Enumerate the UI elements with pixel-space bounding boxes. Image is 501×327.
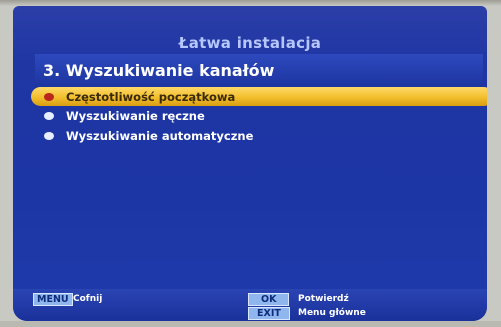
bullet-icon bbox=[44, 132, 54, 140]
menu-title: Łatwa instalacja bbox=[178, 34, 322, 52]
menu-item-label: Wyszukiwanie ręczne bbox=[66, 109, 205, 123]
main-menu-hint: Menu główne bbox=[298, 308, 366, 318]
back-hint: Cofnij bbox=[73, 294, 103, 304]
menu-item-manual-search[interactable]: Wyszukiwanie ręczne bbox=[31, 106, 487, 126]
footer-bar: MENU Cofnij OK Potwierdź EXIT Menu główn… bbox=[13, 289, 487, 321]
bullet-icon bbox=[44, 112, 54, 120]
menu-item-start-frequency[interactable]: Częstotliwość początkowa bbox=[31, 87, 487, 106]
confirm-hint: Potwierdź bbox=[298, 294, 349, 304]
menu-key-button[interactable]: MENU bbox=[33, 293, 73, 306]
bullet-icon bbox=[44, 92, 54, 101]
ok-key-button[interactable]: OK bbox=[248, 293, 290, 306]
exit-key-button[interactable]: EXIT bbox=[248, 307, 290, 320]
menu-item-label: Wyszukiwanie automatyczne bbox=[66, 129, 254, 143]
tv-screen: Łatwa instalacja 3. Wyszukiwanie kanałów… bbox=[13, 6, 487, 321]
menu-item-auto-search[interactable]: Wyszukiwanie automatyczne bbox=[31, 126, 487, 146]
menu-item-label: Częstotliwość początkowa bbox=[66, 89, 236, 104]
menu-subtitle: 3. Wyszukiwanie kanałów bbox=[43, 61, 275, 80]
menu-list: Częstotliwość początkowa Wyszukiwanie rę… bbox=[31, 87, 487, 146]
tv-bezel-bottom bbox=[0, 321, 501, 327]
